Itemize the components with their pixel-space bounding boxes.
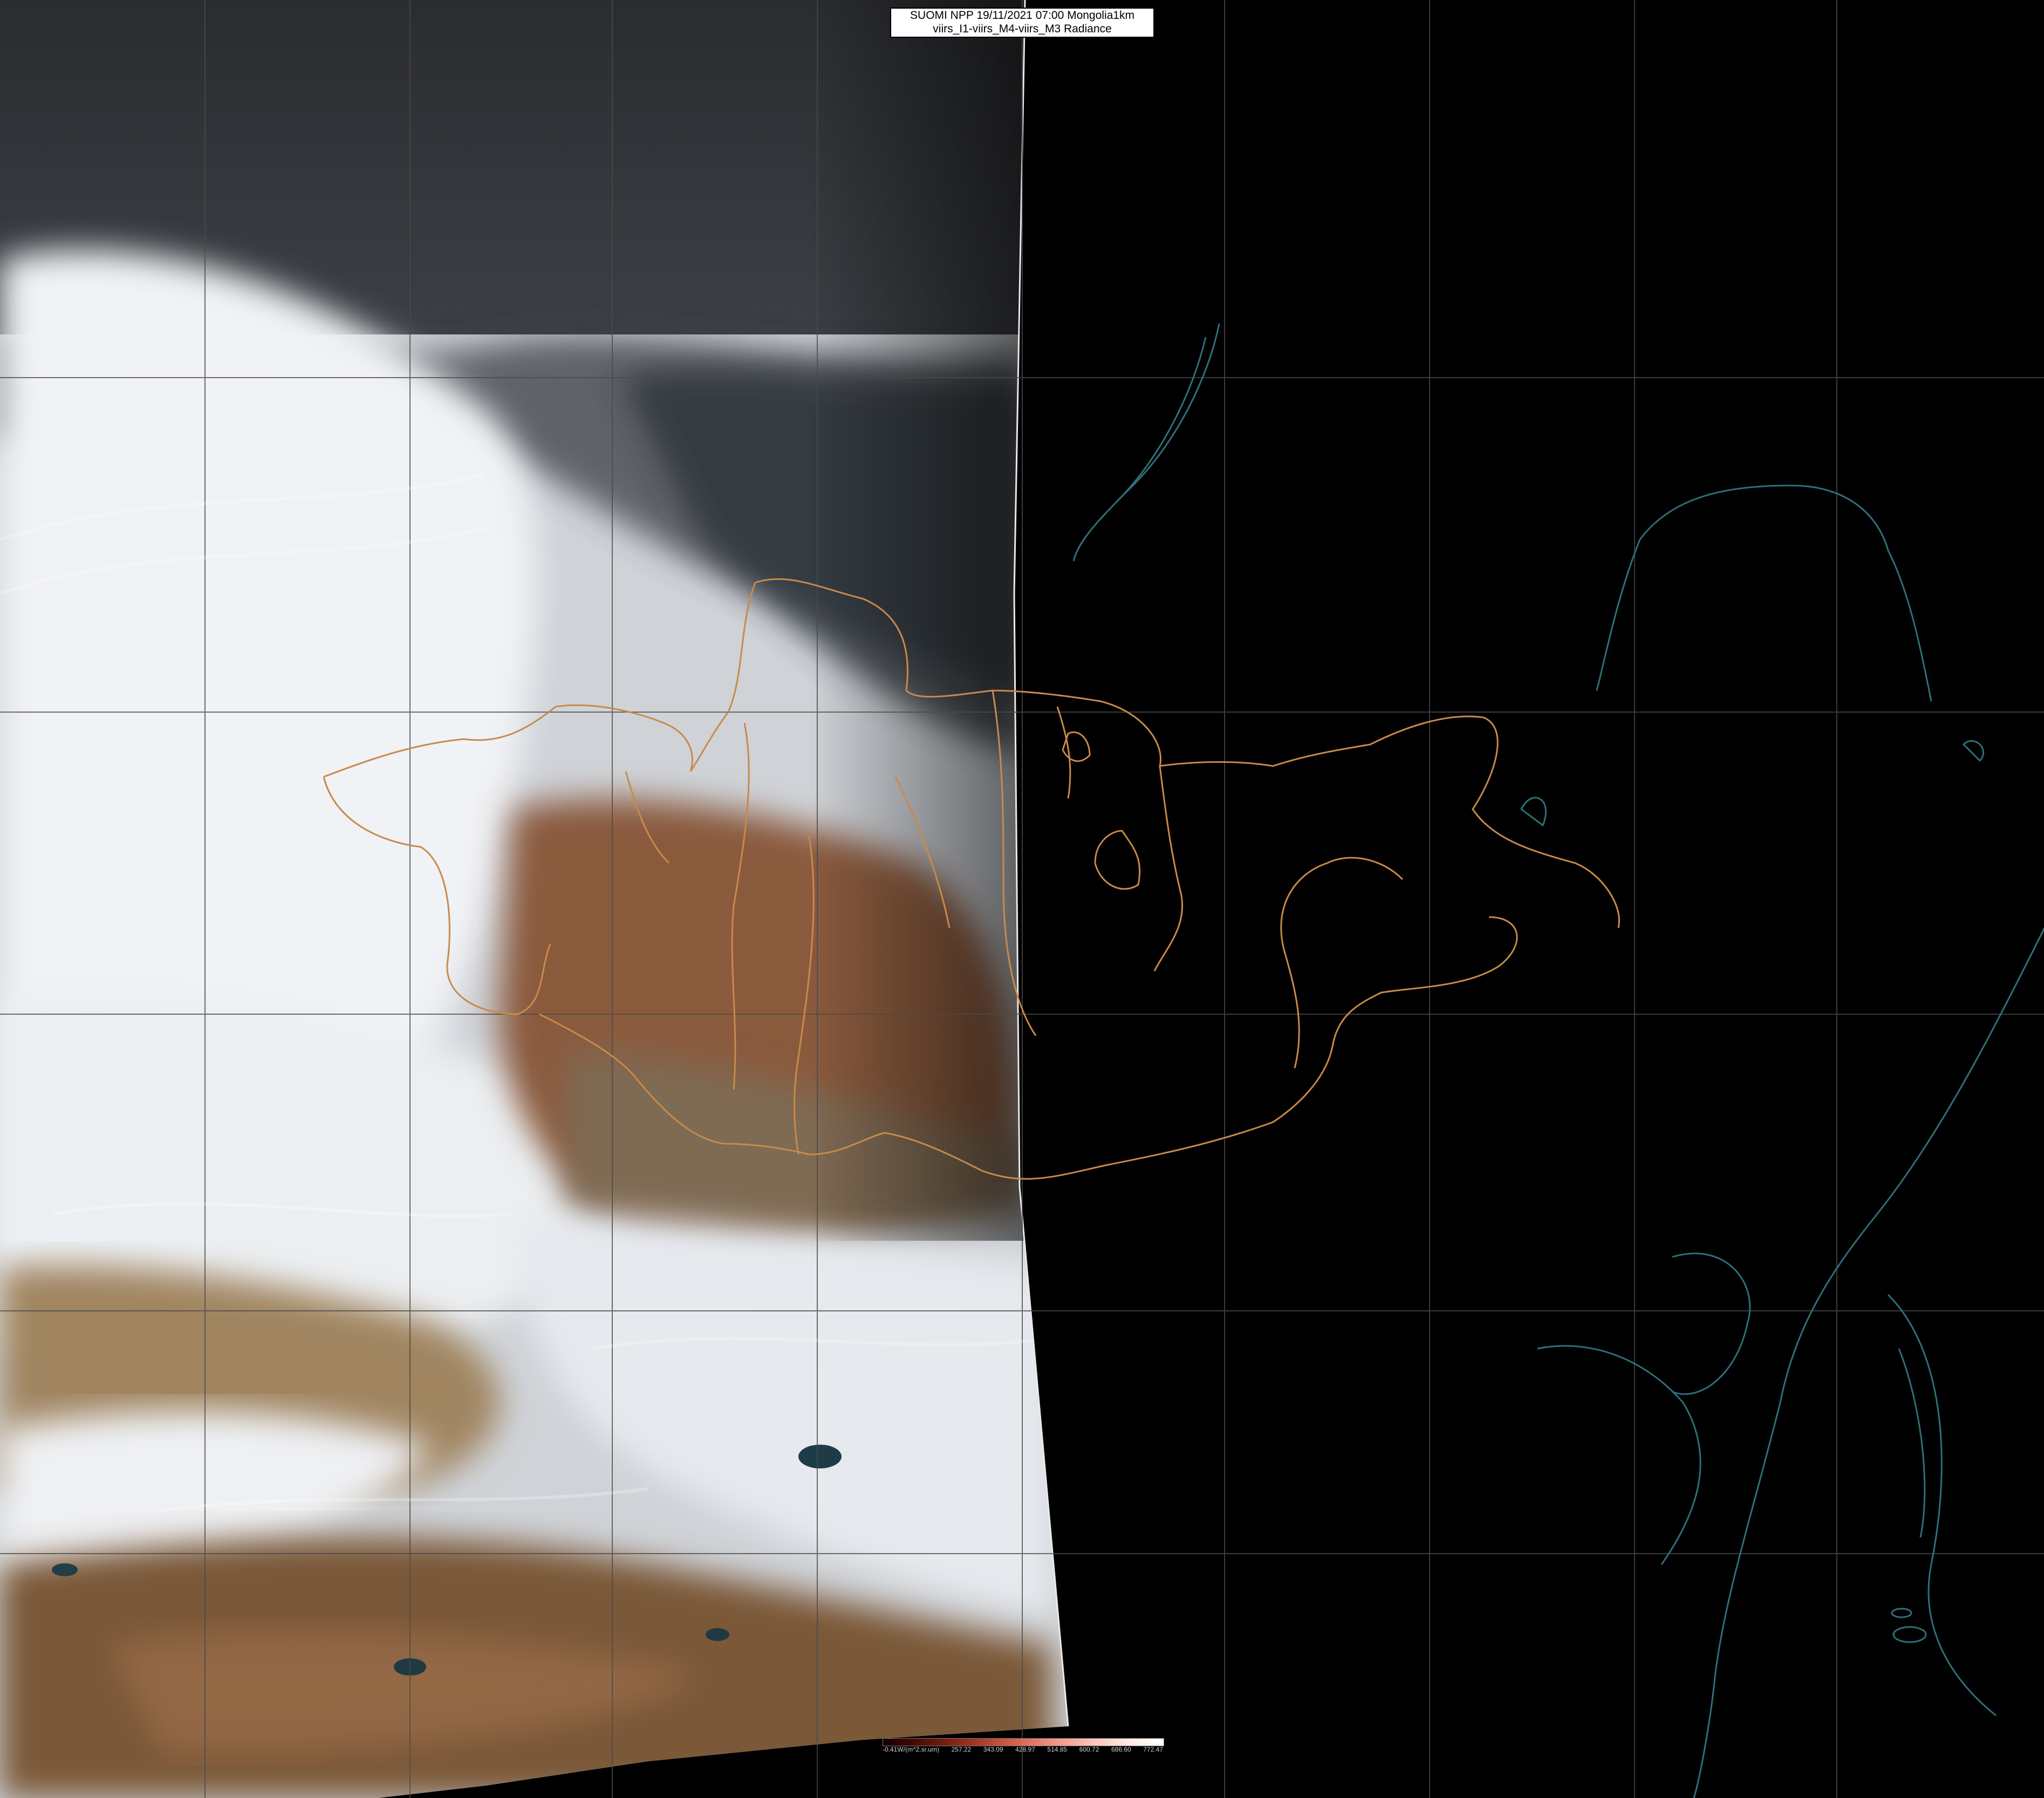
image-title-box: SUOMI NPP 19/11/2021 07:00 Mongolia1km v… (890, 8, 1154, 38)
image-title-line2: viirs_I1-viirs_M4-viirs_M3 Radiance (933, 23, 1112, 35)
colorbar-tick: -0.41W/(m^2.sr.um) (883, 1746, 939, 1753)
radiance-colorbar: -0.41W/(m^2.sr.um) 257.22 343.09 428.97 … (883, 1737, 1164, 1753)
colorbar-ramp (883, 1738, 1164, 1746)
colorbar-tick: 686.60 (1111, 1746, 1131, 1753)
satellite-scene (0, 0, 2044, 1798)
colorbar-tick: 600.72 (1079, 1746, 1099, 1753)
colorbar-tick: 514.85 (1047, 1746, 1068, 1753)
colorbar-ticks: -0.41W/(m^2.sr.um) 257.22 343.09 428.97 … (883, 1746, 1163, 1753)
colorbar-tick: 428.97 (1015, 1746, 1035, 1753)
colorbar-tick: 257.22 (951, 1746, 972, 1753)
colorbar-tick: 772.47 (1143, 1746, 1163, 1753)
colorbar-tick: 343.09 (983, 1746, 1003, 1753)
daylight-swath (0, 0, 1068, 1798)
image-title-line1: SUOMI NPP 19/11/2021 07:00 Mongolia1km (910, 9, 1134, 22)
